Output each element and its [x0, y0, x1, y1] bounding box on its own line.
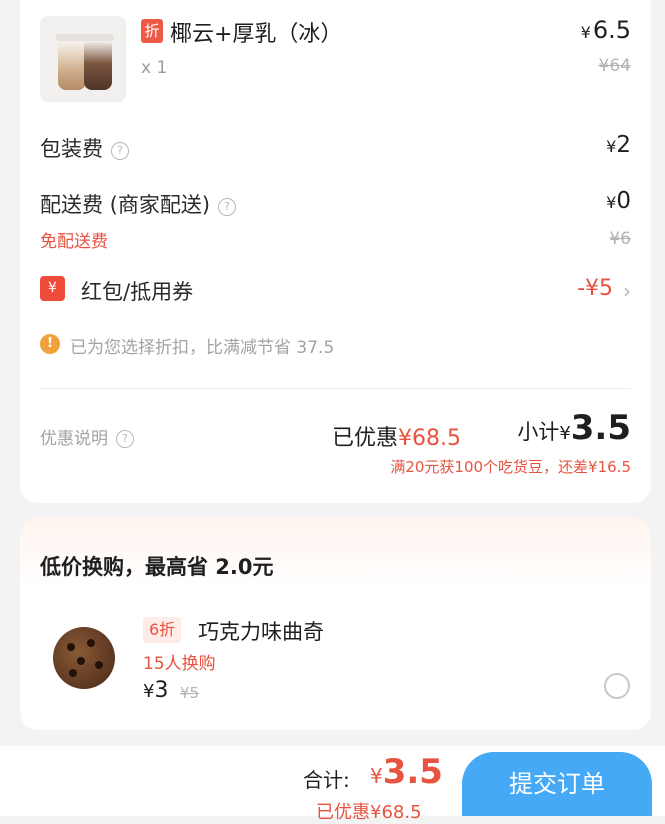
exchange-card: 低价换购，最高省 2.0元 6折 巧克力味曲奇 15人换购 ¥3 ¥5 — [20, 518, 651, 730]
exchange-title: 低价换购，最高省 2.0元 — [40, 555, 274, 579]
exchange-original-price: ¥5 — [180, 684, 200, 702]
total-label: 合计: — [303, 768, 350, 792]
submit-order-button[interactable]: 提交订单 — [462, 752, 652, 816]
saved-amount: 已优惠¥68.5 — [332, 426, 461, 451]
cup-shape — [58, 42, 86, 90]
exchange-price: ¥3 — [143, 678, 169, 703]
chevron-right-icon[interactable]: › — [623, 279, 631, 303]
delivery-fee-value: ¥0 — [606, 188, 631, 214]
product-image[interactable] — [40, 16, 126, 102]
packaging-fee-value: ¥2 — [606, 132, 631, 158]
subtotal: 小计¥3.5 — [517, 408, 631, 448]
discount-description-link[interactable]: 优惠说明? — [40, 424, 134, 449]
cup-shape — [84, 42, 112, 90]
product-name: 椰云+厚乳（冰） — [170, 22, 343, 47]
coupon-icon: ¥ — [40, 276, 65, 301]
exchange-count: 15人换购 — [143, 654, 216, 674]
packaging-fee-label: 包装费? — [40, 133, 129, 163]
coupon-label[interactable]: 红包/抵用券 — [81, 276, 193, 306]
exchange-item-name: 巧克力味曲奇 — [198, 620, 324, 644]
coupon-value[interactable]: -¥5 — [577, 276, 613, 301]
total-value: ¥3.5 — [370, 752, 443, 792]
product-quantity: x 1 — [141, 58, 168, 78]
free-delivery-label: 免配送费 — [40, 232, 108, 252]
beans-note: 满20元获100个吃货豆，还差¥16.5 — [390, 458, 631, 476]
divider — [40, 388, 631, 389]
order-card: 折 椰云+厚乳（冰） x 1 ¥6.5 ¥64 包装费? ¥2 配送费 (商家配… — [20, 0, 651, 503]
discount-tag: 折 — [141, 19, 163, 43]
product-price: ¥6.5 — [580, 16, 631, 44]
exchange-select-radio[interactable] — [604, 673, 630, 699]
help-icon[interactable]: ? — [116, 430, 134, 448]
delivery-fee-label: 配送费 (商家配送)? — [40, 189, 237, 219]
delivery-original-fee: ¥6 — [609, 229, 631, 249]
cookie-image[interactable] — [53, 627, 115, 689]
help-icon[interactable]: ? — [218, 198, 237, 216]
total-saved: 已优惠¥68.5 — [316, 802, 422, 823]
checkout-bar: 合计: ¥3.5 已优惠¥68.5 提交订单 — [0, 746, 665, 823]
help-icon[interactable]: ? — [111, 142, 129, 160]
product-original-price: ¥64 — [598, 56, 631, 76]
discount-notice: 已为您选择折扣，比满减节省 37.5 — [70, 338, 335, 358]
warning-icon: ! — [40, 334, 60, 354]
discount-tag: 6折 — [143, 617, 182, 643]
